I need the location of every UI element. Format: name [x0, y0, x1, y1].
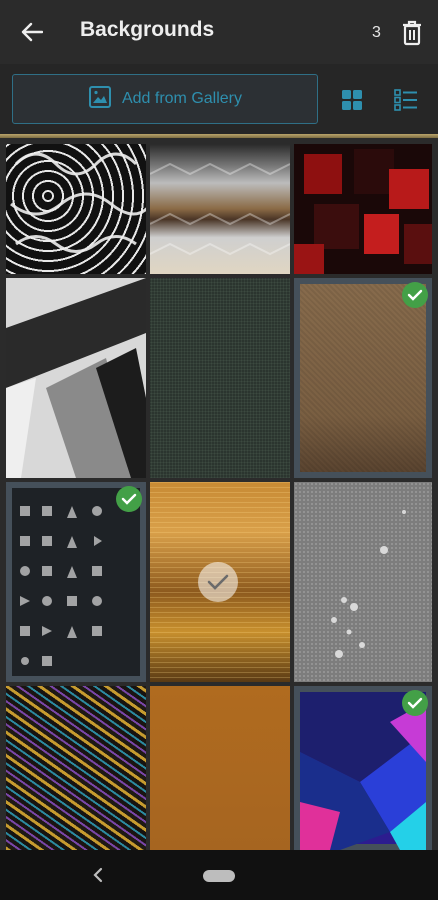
background-thumbnail — [300, 284, 426, 472]
background-thumbnail — [300, 692, 426, 850]
background-tile-selected[interactable] — [294, 278, 432, 478]
background-thumbnail — [6, 686, 146, 850]
grid-view-icon[interactable] — [336, 84, 368, 116]
back-arrow-icon[interactable] — [12, 14, 52, 50]
page-title: Backgrounds — [80, 18, 215, 41]
background-thumbnail — [150, 686, 290, 850]
background-thumbnail — [294, 144, 432, 274]
background-tile[interactable] — [150, 144, 290, 274]
add-from-gallery-button[interactable]: Add from Gallery — [12, 74, 318, 124]
background-thumbnail — [6, 144, 146, 274]
background-tile-selected[interactable] — [294, 686, 432, 850]
background-thumbnail — [150, 144, 290, 274]
backgrounds-grid — [0, 138, 438, 850]
nav-back-icon[interactable] — [88, 864, 108, 886]
background-tile-highlighted[interactable] — [150, 482, 290, 682]
background-thumbnail — [150, 278, 290, 478]
background-thumbnail — [6, 278, 146, 478]
background-thumbnail — [294, 482, 432, 682]
list-view-icon[interactable] — [390, 84, 422, 116]
background-tile[interactable] — [294, 144, 432, 274]
background-tile[interactable] — [150, 686, 290, 850]
background-tile[interactable] — [150, 278, 290, 478]
toolbar: Add from Gallery — [0, 64, 438, 136]
add-from-gallery-label: Add from Gallery — [121, 90, 243, 107]
selected-check-icon — [402, 690, 428, 716]
selected-check-icon — [402, 282, 428, 308]
background-tile[interactable] — [294, 482, 432, 682]
selected-count: 3 — [372, 24, 381, 41]
background-tile[interactable] — [6, 278, 146, 478]
image-icon — [88, 85, 112, 114]
background-tile[interactable] — [6, 144, 146, 274]
trash-icon[interactable] — [396, 16, 428, 50]
nav-home-pill-icon[interactable] — [203, 870, 235, 882]
background-tile[interactable] — [6, 686, 146, 850]
highlight-check-icon — [198, 562, 238, 602]
system-navigation-bar — [0, 850, 438, 900]
background-tile-selected[interactable] — [6, 482, 146, 682]
background-thumbnail — [12, 488, 140, 676]
app-bar: Backgrounds 3 — [0, 0, 438, 64]
selected-check-icon — [116, 486, 142, 512]
